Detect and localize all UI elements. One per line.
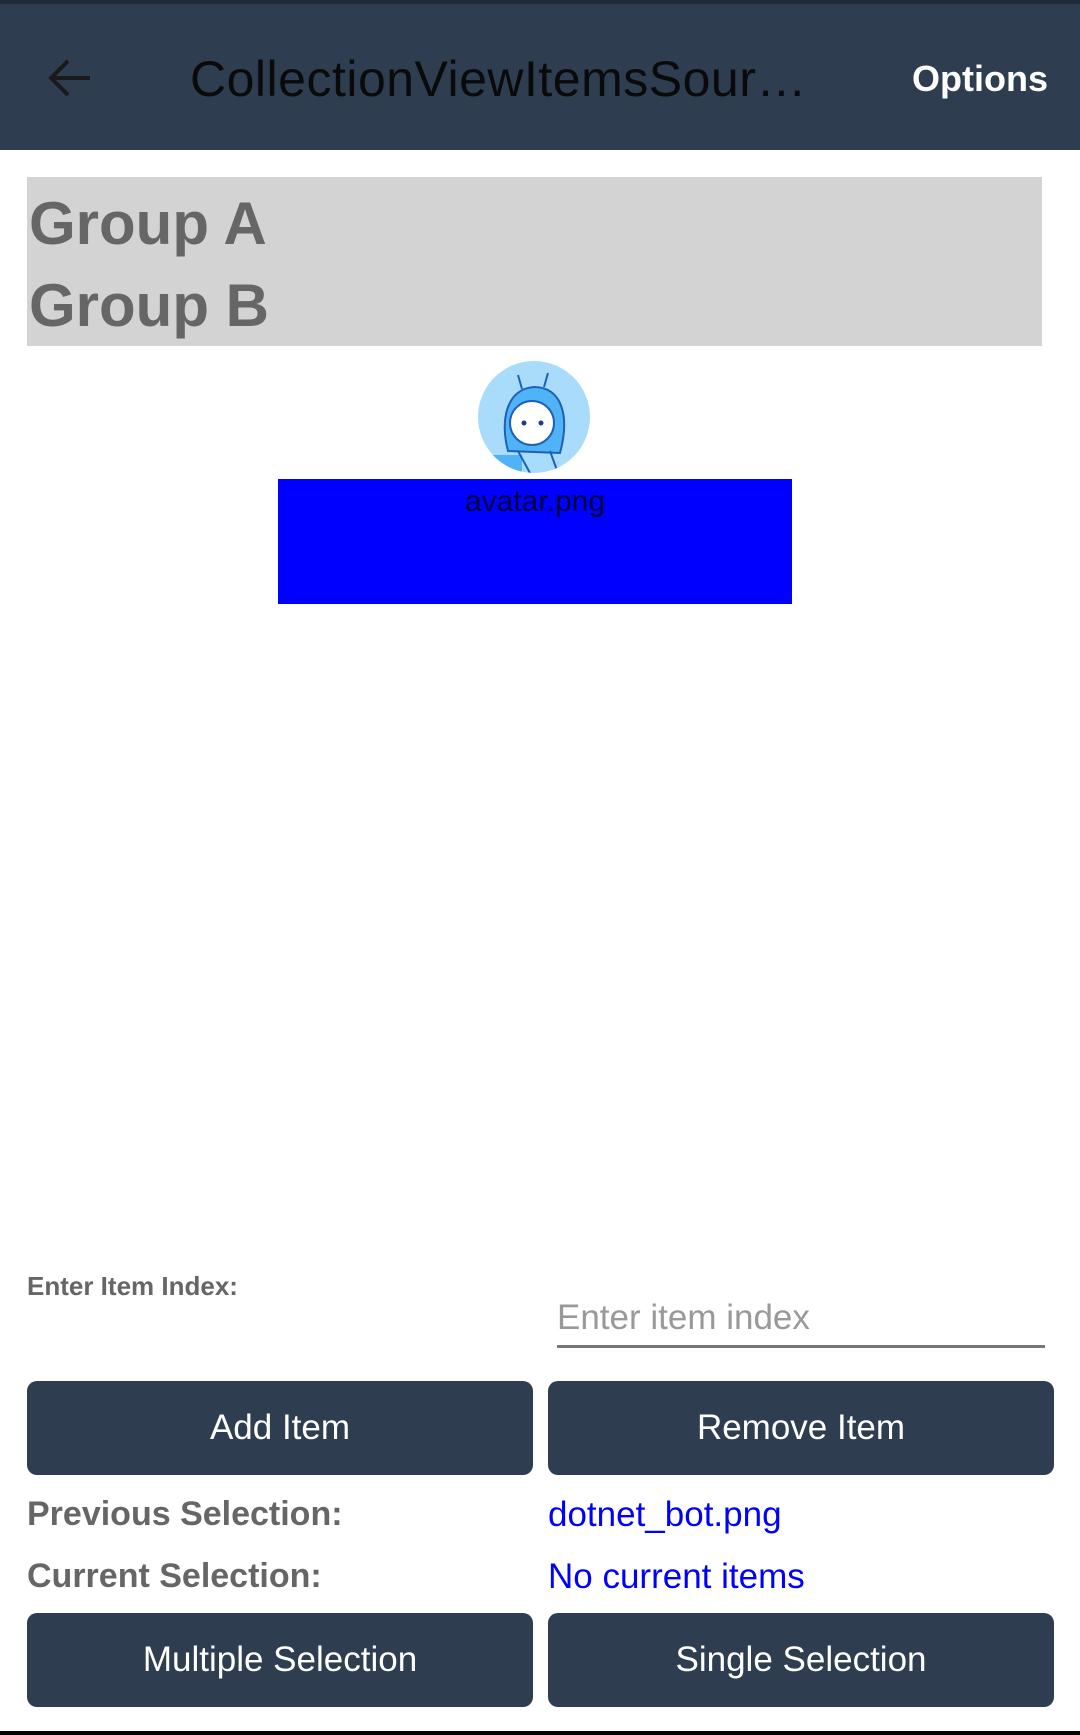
item-index-input[interactable] bbox=[557, 1290, 1045, 1348]
options-toolbar-item[interactable]: Options bbox=[912, 58, 1048, 100]
avatar-image[interactable] bbox=[478, 361, 590, 473]
previous-selection-value: dotnet_bot.png bbox=[548, 1495, 782, 1534]
single-selection-button[interactable]: Single Selection bbox=[548, 1613, 1054, 1707]
multiple-selection-button[interactable]: Multiple Selection bbox=[27, 1613, 533, 1707]
collection-item[interactable]: avatar.png bbox=[278, 479, 792, 604]
remove-item-button[interactable]: Remove Item bbox=[548, 1381, 1054, 1475]
bottom-edge bbox=[0, 1731, 1080, 1735]
current-selection-value: No current items bbox=[548, 1557, 805, 1596]
back-arrow-icon[interactable] bbox=[44, 52, 96, 104]
item-label: avatar.png bbox=[464, 485, 606, 518]
bot-avatar-icon bbox=[492, 372, 566, 473]
current-selection-label: Current Selection: bbox=[27, 1557, 322, 1595]
group-headers: Group A Group B bbox=[27, 177, 1042, 346]
navigation-bar: CollectionViewItemsSour… Options bbox=[0, 4, 1080, 150]
item-index-label: Enter Item Index: bbox=[27, 1271, 238, 1301]
page-title: CollectionViewItemsSour… bbox=[190, 51, 807, 107]
add-item-button[interactable]: Add Item bbox=[27, 1381, 533, 1475]
previous-selection-label: Previous Selection: bbox=[27, 1495, 343, 1533]
group-header-b: Group B bbox=[29, 272, 269, 339]
group-header-a: Group A bbox=[29, 190, 267, 257]
